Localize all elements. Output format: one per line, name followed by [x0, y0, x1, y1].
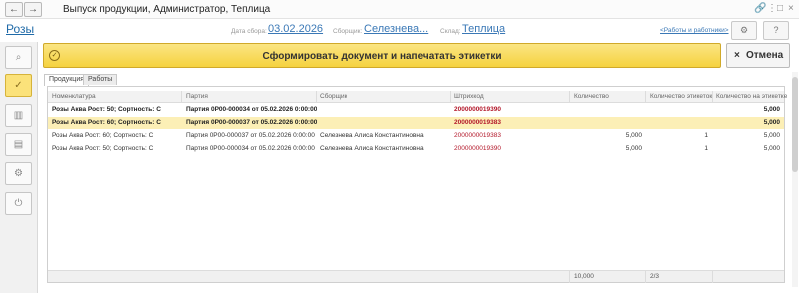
cell-nomenclature: Розы Аква Рост: 60; Сортность: С [52, 119, 161, 126]
footer-labels-total: 2/3 [650, 273, 660, 280]
link-icon[interactable]: 🔗 [754, 3, 766, 15]
settings-icon[interactable]: ⚙ [731, 21, 757, 40]
date-label: Дата сбора: [231, 28, 267, 35]
cell-picker: Селезнева Алиса Константиновна [320, 145, 424, 152]
cell-barcode: 2000000019383 [454, 119, 501, 126]
gear-icon[interactable]: ⚙ [5, 162, 32, 185]
cancel-label: Отмена [746, 50, 784, 61]
cell-batch: Партия 0Р00-000037 от 05.02.2026 0:00:00 [186, 119, 318, 126]
cell-quantity: 5,000 [625, 132, 642, 139]
table-header: Номенклатура Партия Сборщик Штрихкод Кол… [48, 91, 787, 103]
cell-per-label: 5,000 [763, 106, 780, 113]
cell-barcode: 2000000019390 [454, 106, 501, 113]
search-icon[interactable]: ⌕ [5, 46, 32, 69]
power-icon[interactable]: ⏻ [5, 192, 32, 215]
warehouse-label: Склад: [440, 28, 461, 35]
col-quantity[interactable]: Количество [574, 91, 609, 103]
picker-label: Сборщик: [333, 28, 363, 35]
close-window-icon[interactable]: × [788, 3, 794, 15]
table-row[interactable]: Розы Аква Рост: 60; Сортность: С Партия … [48, 130, 784, 142]
vertical-scrollbar[interactable] [792, 72, 798, 287]
cell-nomenclature: Розы Аква Рост: 50; Сортность: С [52, 106, 161, 113]
col-barcode[interactable]: Штрихкод [454, 91, 484, 103]
picker-field[interactable]: Селезнева... [364, 23, 428, 35]
col-nomenclature[interactable]: Номенклатура [52, 91, 96, 103]
cell-label-count: 1 [704, 145, 708, 152]
scrollbar-thumb[interactable] [792, 77, 798, 172]
products-table: Номенклатура Партия Сборщик Штрихкод Кол… [47, 86, 787, 283]
cell-nomenclature: Розы Аква Рост: 50; Сортность: С [52, 145, 154, 152]
window-title: Выпуск продукции, Администратор, Теплица [63, 4, 271, 15]
more-icon[interactable]: ⋮ [767, 3, 777, 15]
close-icon: × [734, 50, 740, 61]
check-icon[interactable]: ✓ [5, 74, 32, 97]
roses-link[interactable]: Розы [6, 22, 34, 36]
left-toolbar: ⌕ ✓ ▥ ▤ ⚙ ⏻ [0, 42, 38, 293]
help-icon[interactable]: ? [763, 21, 789, 40]
forward-arrow-icon[interactable]: → [24, 2, 42, 17]
restore-icon[interactable]: □ [777, 3, 783, 15]
table-footer: 10,000 2/3 [48, 270, 784, 283]
create-and-print-label: Сформировать документ и напечатать этике… [262, 51, 502, 62]
back-arrow-icon[interactable]: ← [5, 2, 23, 17]
form-header: Розы Дата сбора: 03.02.2026 Сборщик: Сел… [0, 20, 799, 41]
col-picker[interactable]: Сборщик [320, 91, 347, 103]
col-per-label[interactable]: Количество на этикетке [716, 91, 787, 103]
cell-barcode: 2000000019383 [454, 132, 501, 139]
create-and-print-button[interactable]: ✓ Сформировать документ и напечатать эти… [43, 43, 721, 68]
table-row[interactable]: Розы Аква Рост: 50; Сортность: С Партия … [48, 143, 784, 155]
warehouse-field[interactable]: Теплица [462, 23, 505, 35]
cell-quantity: 5,000 [625, 145, 642, 152]
cell-per-label: 5,000 [763, 132, 780, 139]
cell-batch: Партия 0Р00-000034 от 05.02.2026 0:00:00 [186, 145, 315, 152]
table-row[interactable]: Розы Аква Рост: 50; Сортность: С Партия … [48, 104, 784, 116]
footer-quantity-total: 10,000 [574, 273, 594, 280]
cell-nomenclature: Розы Аква Рост: 60; Сортность: С [52, 132, 154, 139]
barcode-icon[interactable]: ▥ [5, 104, 32, 127]
title-bar: ← → Выпуск продукции, Администратор, Теп… [0, 0, 799, 19]
tab-works[interactable]: Работы [83, 74, 118, 85]
document-icon[interactable]: ▤ [5, 133, 32, 156]
cell-batch: Партия 0Р00-000037 от 05.02.2026 0:00:00 [186, 132, 315, 139]
cell-per-label: 5,000 [763, 119, 780, 126]
cell-picker: Селезнева Алиса Константиновна [320, 132, 424, 139]
cell-batch: Партия 0Р00-000034 от 05.02.2026 0:00:00 [186, 106, 318, 113]
cell-barcode: 2000000019390 [454, 145, 501, 152]
cell-label-count: 1 [704, 132, 708, 139]
works-link[interactable]: <Работы и работники> [660, 27, 729, 34]
col-label-count[interactable]: Количество этикеток [650, 91, 712, 103]
cell-per-label: 5,000 [763, 145, 780, 152]
date-field[interactable]: 03.02.2026 [268, 23, 323, 35]
col-batch[interactable]: Партия [186, 91, 208, 103]
cancel-button[interactable]: × Отмена [726, 43, 790, 68]
table-row-selected[interactable]: Розы Аква Рост: 60; Сортность: С Партия … [48, 117, 784, 129]
